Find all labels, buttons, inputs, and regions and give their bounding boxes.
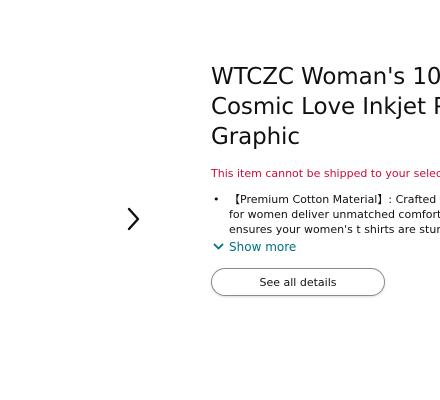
show-more-link[interactable]: Show more xyxy=(213,239,296,255)
chevron-right-icon xyxy=(127,207,140,231)
shipping-warning: This item cannot be shipped to your sele… xyxy=(211,167,440,180)
list-item: • 【Premium Cotton Material】: Crafted for… xyxy=(211,192,440,236)
bullet-text-line: 【Premium Cotton Material】: Crafted xyxy=(229,193,437,206)
product-title-line: Cosmic Love Inkjet Prin xyxy=(211,94,440,120)
product-image-fragment xyxy=(0,178,4,198)
product-title-line: WTCZC Woman's 100% xyxy=(211,64,440,90)
chevron-down-icon xyxy=(213,243,224,250)
bullet-text-line: ensures your women's t shirts are sturd xyxy=(229,223,440,236)
show-more-label: Show more xyxy=(229,240,297,254)
bullet-text-line: for women deliver unmatched comfort xyxy=(229,208,440,221)
product-page: WTCZC Woman's 100% Cosmic Love Inkjet Pr… xyxy=(0,0,440,400)
feature-bullets: • 【Premium Cotton Material】: Crafted for… xyxy=(211,192,440,236)
next-image-button[interactable] xyxy=(124,206,144,232)
product-details: WTCZC Woman's 100% Cosmic Love Inkjet Pr… xyxy=(211,62,440,296)
product-title: WTCZC Woman's 100% Cosmic Love Inkjet Pr… xyxy=(211,62,440,152)
product-title-line: Graphic xyxy=(211,124,300,150)
bullet-dot-icon: • xyxy=(213,193,220,206)
see-all-details-button[interactable]: See all details xyxy=(211,268,385,296)
